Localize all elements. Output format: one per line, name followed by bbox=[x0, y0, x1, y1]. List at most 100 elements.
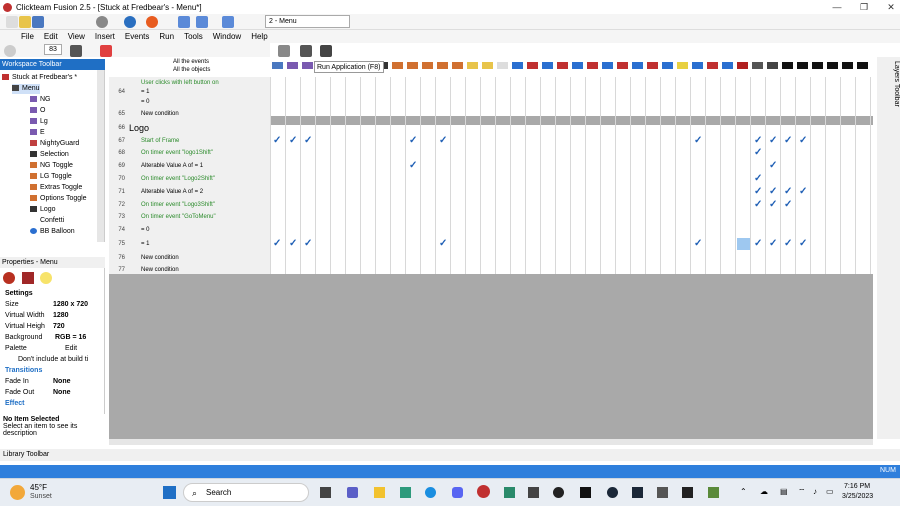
check-icon[interactable]: ✓ bbox=[273, 239, 281, 249]
tree-item[interactable]: LG Toggle bbox=[30, 172, 72, 182]
tree-item[interactable]: Logo bbox=[30, 205, 56, 215]
app-icon[interactable] bbox=[400, 487, 411, 498]
object-icon[interactable] bbox=[467, 62, 478, 69]
tree-item[interactable]: NG bbox=[30, 95, 51, 105]
frame-select[interactable]: 2 - Menu bbox=[265, 15, 350, 28]
object-icon[interactable] bbox=[752, 62, 763, 69]
run-application-icon[interactable] bbox=[300, 45, 312, 57]
check-icon[interactable]: ✓ bbox=[754, 174, 762, 184]
tree-item[interactable]: Extras Toggle bbox=[30, 183, 82, 193]
info-icon[interactable] bbox=[40, 272, 52, 284]
task-view-icon[interactable] bbox=[320, 487, 331, 498]
windows-start-icon[interactable] bbox=[163, 486, 176, 499]
object-icon[interactable] bbox=[677, 62, 688, 69]
save-icon[interactable] bbox=[32, 16, 44, 28]
menu-help[interactable]: Help bbox=[246, 32, 272, 41]
weather-icon[interactable] bbox=[10, 485, 25, 500]
object-icon[interactable] bbox=[512, 62, 523, 69]
object-icon[interactable] bbox=[437, 62, 448, 69]
menu-edit[interactable]: Edit bbox=[39, 32, 63, 41]
check-icon[interactable]: ✓ bbox=[273, 136, 281, 146]
tree-item-selected[interactable]: Menu bbox=[12, 84, 40, 94]
battery-icon[interactable]: ▭ bbox=[826, 487, 834, 496]
object-icon[interactable] bbox=[602, 62, 613, 69]
minecraft-icon[interactable] bbox=[708, 487, 719, 498]
check-icon[interactable]: ✓ bbox=[289, 239, 297, 249]
app-icon[interactable] bbox=[504, 487, 515, 498]
check-icon[interactable]: ✓ bbox=[754, 239, 762, 249]
cloud-icon[interactable]: ☁ bbox=[760, 487, 768, 496]
check-icon[interactable]: ✓ bbox=[784, 187, 792, 197]
check-icon[interactable]: ✓ bbox=[754, 148, 762, 158]
list-icon[interactable] bbox=[222, 16, 234, 28]
dont-include-checkbox[interactable]: Don't include at build ti bbox=[18, 354, 110, 365]
object-icon[interactable] bbox=[407, 62, 418, 69]
tree-item[interactable]: Confetti bbox=[30, 216, 64, 226]
object-icon[interactable] bbox=[542, 62, 553, 69]
object-icon[interactable] bbox=[737, 62, 748, 69]
selected-cell[interactable] bbox=[737, 238, 750, 250]
tree-item[interactable]: BB Balloon bbox=[30, 227, 75, 237]
settings-gear-icon[interactable] bbox=[3, 272, 15, 284]
run-icon[interactable] bbox=[22, 272, 34, 284]
object-icon[interactable] bbox=[422, 62, 433, 69]
check-icon[interactable]: ✓ bbox=[439, 136, 447, 146]
menu-window[interactable]: Window bbox=[208, 32, 246, 41]
check-icon[interactable]: ✓ bbox=[694, 239, 702, 249]
object-icon[interactable] bbox=[827, 62, 838, 69]
check-icon[interactable]: ✓ bbox=[784, 200, 792, 210]
object-icon[interactable] bbox=[452, 62, 463, 69]
check-icon[interactable]: ✓ bbox=[694, 136, 702, 146]
terminal-icon[interactable] bbox=[682, 487, 693, 498]
library-toolbar[interactable]: Library Toolbar bbox=[0, 449, 900, 461]
check-icon[interactable]: ✓ bbox=[769, 187, 777, 197]
tree-item[interactable]: Stuck at Fredbear's * bbox=[2, 73, 77, 83]
prop-palette[interactable]: Palette Edit bbox=[5, 343, 97, 354]
prop-size[interactable]: Size 1280 x 720 bbox=[5, 299, 97, 310]
maximize-icon[interactable]: ❐ bbox=[857, 1, 871, 13]
stop-icon[interactable] bbox=[146, 16, 158, 28]
fusion-icon[interactable] bbox=[477, 485, 490, 498]
check-icon[interactable]: ✓ bbox=[784, 239, 792, 249]
prop-background[interactable]: Background RGB = 16 bbox=[5, 332, 97, 343]
search-box[interactable]: ⌕ Search bbox=[183, 483, 309, 502]
prop-fadeout[interactable]: Fade Out None bbox=[5, 387, 97, 398]
object-icon[interactable] bbox=[302, 62, 313, 69]
check-icon[interactable]: ✓ bbox=[439, 239, 447, 249]
help-icon[interactable] bbox=[124, 16, 136, 28]
object-icon[interactable] bbox=[782, 62, 793, 69]
tree-item[interactable]: Options Toggle bbox=[30, 194, 87, 204]
check-icon[interactable]: ✓ bbox=[769, 239, 777, 249]
tree-item[interactable]: Lg bbox=[30, 117, 48, 127]
check-icon[interactable]: ✓ bbox=[289, 136, 297, 146]
object-icon[interactable] bbox=[632, 62, 643, 69]
volume-icon[interactable]: ♪ bbox=[813, 487, 817, 496]
app-icon[interactable] bbox=[528, 487, 539, 498]
workspace-scrollbar[interactable] bbox=[97, 70, 104, 242]
check-icon[interactable]: ✓ bbox=[754, 200, 762, 210]
menu-tools[interactable]: Tools bbox=[179, 32, 208, 41]
event-view-icon[interactable] bbox=[278, 45, 290, 57]
object-icon[interactable] bbox=[572, 62, 583, 69]
check-icon[interactable]: ✓ bbox=[769, 200, 777, 210]
event-icon[interactable] bbox=[100, 45, 112, 57]
object-icon[interactable] bbox=[587, 62, 598, 69]
object-icon[interactable] bbox=[287, 62, 298, 69]
layout-icon[interactable] bbox=[196, 16, 208, 28]
check-icon[interactable]: ✓ bbox=[409, 161, 417, 171]
tree-item[interactable]: O bbox=[30, 106, 45, 116]
edge-icon[interactable] bbox=[425, 487, 436, 498]
check-icon[interactable]: ✓ bbox=[754, 136, 762, 146]
prop-fadein[interactable]: Fade In None bbox=[5, 376, 97, 387]
chevron-up-icon[interactable]: ⌃ bbox=[740, 487, 747, 496]
app-icon[interactable] bbox=[580, 487, 591, 498]
check-icon[interactable]: ✓ bbox=[304, 239, 312, 249]
undo-icon[interactable] bbox=[96, 16, 108, 28]
object-icon[interactable] bbox=[722, 62, 733, 69]
open-icon[interactable] bbox=[19, 16, 31, 28]
object-icon[interactable] bbox=[497, 62, 508, 69]
prop-vheight[interactable]: Virtual Heigh 720 bbox=[5, 321, 97, 332]
steam-icon[interactable] bbox=[632, 487, 643, 498]
prop-vwidth[interactable]: Virtual Width 1280 bbox=[5, 310, 97, 321]
discord-icon[interactable] bbox=[452, 487, 463, 498]
